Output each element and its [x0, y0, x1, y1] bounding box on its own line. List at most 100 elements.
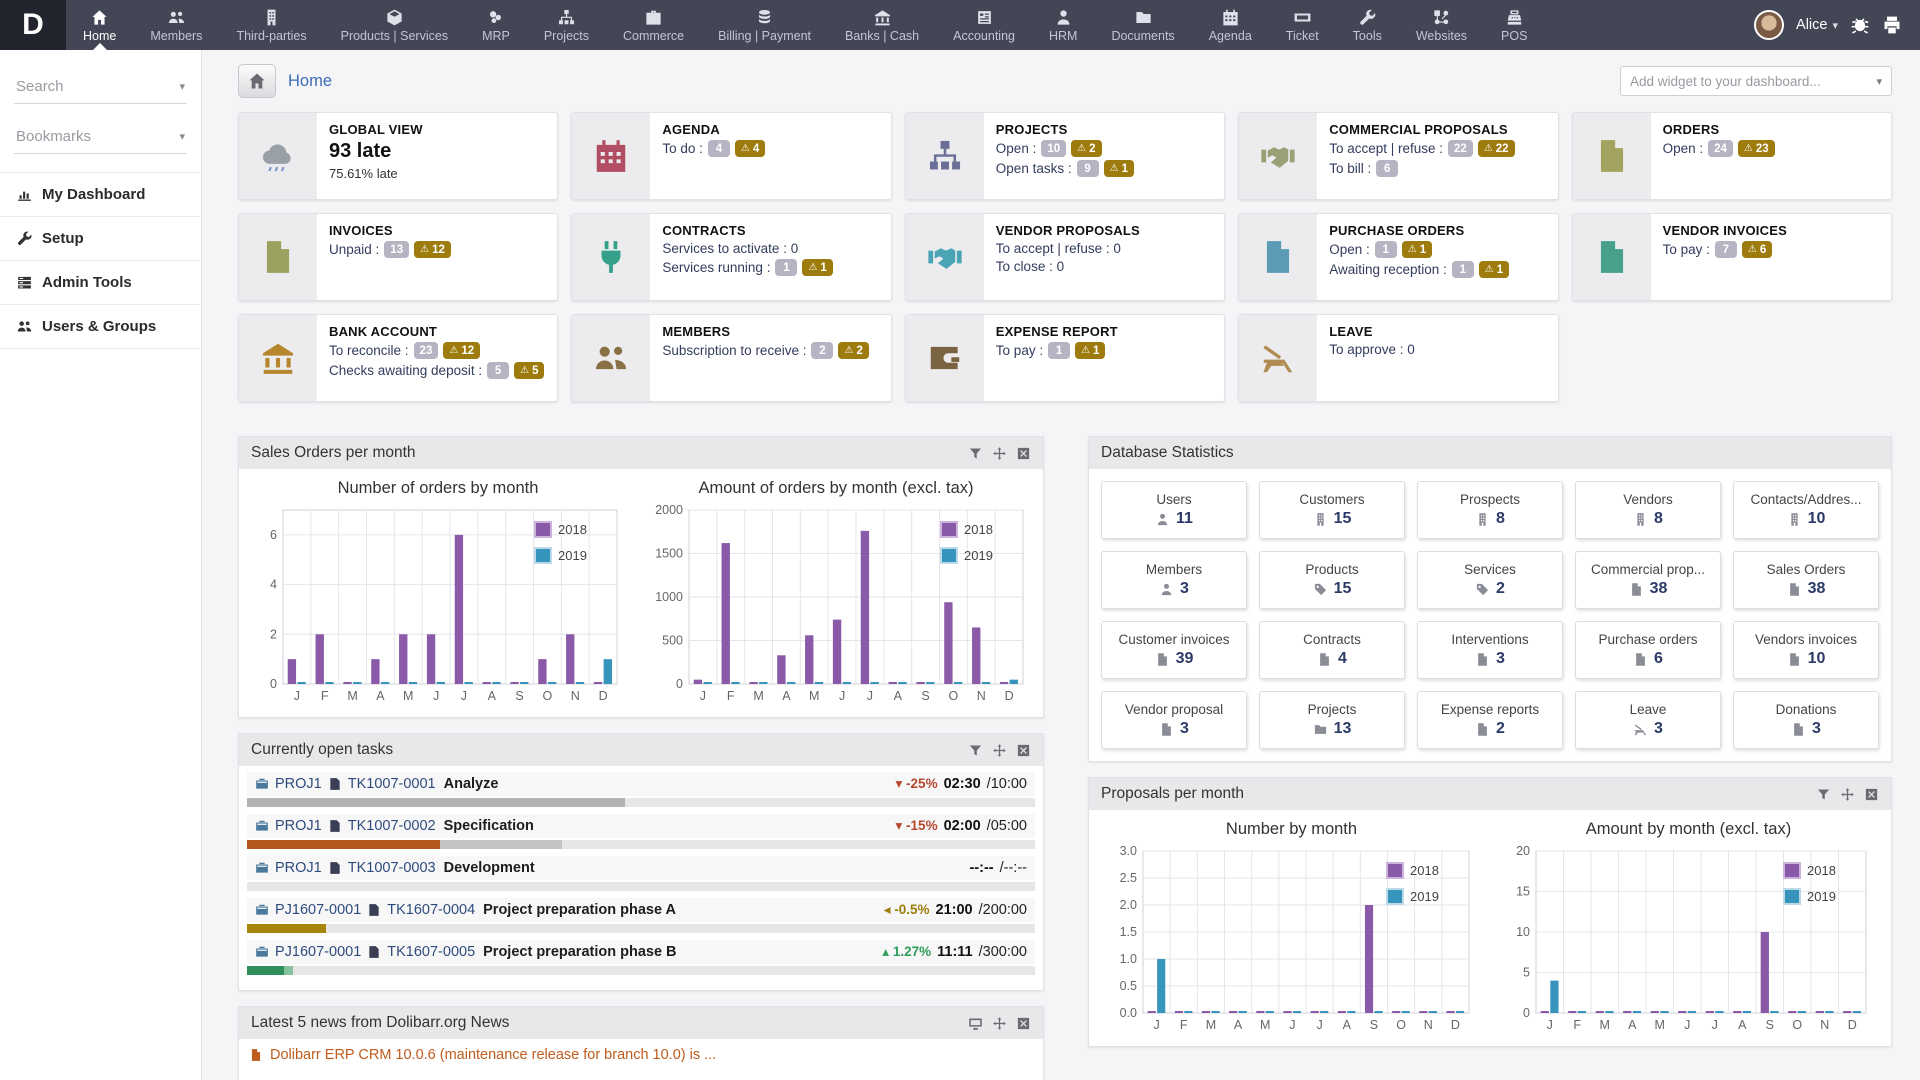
stat-leave[interactable]: Leave 3 — [1575, 691, 1721, 749]
warning-badge[interactable]: 2 — [838, 342, 869, 359]
task-ref-link[interactable]: TK1007-0002 — [348, 818, 436, 834]
stat-vendors-invoices[interactable]: Vendors invoices 10 — [1733, 621, 1879, 679]
stat-contacts-addres[interactable]: Contacts/Addres... 10 — [1733, 481, 1879, 539]
nav-item-banks-cash[interactable]: Banks | Cash — [828, 0, 936, 50]
nav-item-billing-payment[interactable]: Billing | Payment — [701, 0, 828, 50]
nav-item-products-services[interactable]: Products | Services — [324, 0, 465, 50]
count-badge[interactable]: 4 — [707, 140, 730, 157]
home-icon[interactable] — [238, 64, 276, 98]
move-icon[interactable] — [992, 743, 1007, 758]
kpi-box-contracts[interactable]: CONTRACTS Services to activate : 0 Service… — [571, 213, 892, 301]
stat-donations[interactable]: Donations 3 — [1733, 691, 1879, 749]
sidebar-item-admin-tools[interactable]: Admin Tools — [0, 261, 201, 305]
count-badge[interactable]: 1 — [775, 259, 798, 276]
kpi-box-agenda[interactable]: AGENDA To do :44 — [571, 112, 892, 200]
page-title[interactable]: Home — [288, 72, 332, 91]
task-name[interactable]: Analyze — [444, 776, 499, 792]
user-avatar[interactable] — [1754, 10, 1785, 40]
close-icon[interactable] — [1016, 446, 1031, 461]
widget-screen-icon[interactable] — [968, 1016, 983, 1031]
user-menu[interactable]: Alice ▾ — [1796, 17, 1838, 33]
stat-vendor-proposal[interactable]: Vendor proposal 3 — [1101, 691, 1247, 749]
kpi-box-invoices[interactable]: INVOICES Unpaid :1312 — [238, 213, 559, 301]
close-icon[interactable] — [1016, 1016, 1031, 1031]
nav-item-ticket[interactable]: Ticket — [1269, 0, 1336, 50]
warning-badge[interactable]: 1 — [1478, 261, 1510, 278]
task-ref-link[interactable]: TK1007-0003 — [348, 860, 436, 876]
warning-badge[interactable]: 1 — [802, 259, 833, 276]
count-badge[interactable]: 7 — [1714, 241, 1737, 258]
project-ref-link[interactable]: PJ1607-0001 — [275, 902, 361, 918]
move-icon[interactable] — [1840, 787, 1855, 802]
warning-badge[interactable]: 1 — [1075, 342, 1106, 359]
stat-customers[interactable]: Customers 15 — [1259, 481, 1405, 539]
dolibarr-logo[interactable]: D — [0, 0, 66, 50]
count-badge[interactable]: 22 — [1448, 140, 1473, 157]
kpi-box-projects[interactable]: PROJECTS Open :102 Open tasks :91 — [904, 112, 1226, 200]
kpi-box-leave[interactable]: LEAVE To approve : 0 — [1238, 314, 1559, 402]
stat-interventions[interactable]: Interventions 3 — [1417, 621, 1563, 679]
nav-item-projects[interactable]: Projects — [527, 0, 606, 50]
filter-icon[interactable] — [968, 446, 983, 461]
kpi-box-purchase-orders[interactable]: PURCHASE ORDERS Open :11 Awaiting receptio… — [1238, 213, 1559, 301]
kpi-box-vendor-proposals[interactable]: VENDOR PROPOSALS To accept | refuse : 0 To… — [904, 213, 1226, 301]
count-badge[interactable]: 5 — [487, 362, 510, 379]
kpi-box-global-view[interactable]: GLOBAL VIEW 93 late 75.61% late — [238, 112, 559, 200]
nav-item-documents[interactable]: Documents — [1094, 0, 1191, 50]
warning-badge[interactable]: 5 — [514, 362, 545, 379]
project-ref-link[interactable]: PROJ1 — [275, 776, 322, 792]
count-badge[interactable]: 13 — [384, 241, 410, 258]
nav-item-accounting[interactable]: Accounting — [936, 0, 1032, 50]
warning-badge[interactable]: 12 — [443, 342, 481, 359]
count-badge[interactable]: 9 — [1076, 160, 1099, 177]
move-icon[interactable] — [992, 1016, 1007, 1031]
count-badge[interactable]: 2 — [811, 342, 834, 359]
filter-icon[interactable] — [968, 743, 983, 758]
count-badge[interactable]: 1 — [1374, 241, 1397, 258]
task-name[interactable]: Development — [444, 860, 535, 876]
bookmarks-input[interactable]: Bookmarks ▾ — [14, 122, 187, 154]
warning-badge[interactable]: 22 — [1477, 140, 1515, 157]
project-ref-link[interactable]: PROJ1 — [275, 860, 322, 876]
count-badge[interactable]: 23 — [413, 342, 439, 359]
search-input[interactable]: Search ▾ — [14, 72, 187, 104]
nav-item-home[interactable]: Home — [66, 0, 133, 50]
nav-item-members[interactable]: Members — [133, 0, 219, 50]
nav-item-agenda[interactable]: Agenda — [1192, 0, 1269, 50]
count-badge[interactable]: 1 — [1048, 342, 1071, 359]
warning-badge[interactable]: 12 — [414, 241, 451, 258]
nav-item-third-parties[interactable]: Third-parties — [219, 0, 323, 50]
filter-icon[interactable] — [1816, 787, 1831, 802]
count-badge[interactable]: 10 — [1041, 140, 1067, 157]
close-icon[interactable] — [1016, 743, 1031, 758]
kpi-box-orders[interactable]: ORDERS Open :2423 — [1571, 112, 1892, 200]
count-badge[interactable]: 24 — [1708, 140, 1733, 157]
stat-purchase-orders[interactable]: Purchase orders 6 — [1575, 621, 1721, 679]
warning-badge[interactable]: 4 — [734, 140, 766, 157]
add-widget-select[interactable]: Add widget to your dashboard... ▾ — [1620, 66, 1892, 96]
news-link[interactable]: Dolibarr ERP CRM 10.0.6 (maintenance rel… — [270, 1047, 716, 1063]
project-ref-link[interactable]: PROJ1 — [275, 818, 322, 834]
warning-badge[interactable]: 23 — [1737, 140, 1775, 157]
task-name[interactable]: Project preparation phase A — [483, 902, 676, 918]
task-ref-link[interactable]: TK1607-0005 — [387, 944, 475, 960]
stat-contracts[interactable]: Contracts 4 — [1259, 621, 1405, 679]
stat-sales-orders[interactable]: Sales Orders 38 — [1733, 551, 1879, 609]
kpi-box-bank-account[interactable]: BANK ACCOUNT To reconcile :2312 Checks awa… — [238, 314, 559, 402]
nav-item-tools[interactable]: Tools — [1336, 0, 1399, 50]
task-ref-link[interactable]: TK1607-0004 — [387, 902, 475, 918]
move-icon[interactable] — [992, 446, 1007, 461]
kpi-box-expense-report[interactable]: EXPENSE REPORT To pay :11 — [904, 314, 1226, 402]
stat-vendors[interactable]: Vendors 8 — [1575, 481, 1721, 539]
warning-badge[interactable]: 6 — [1741, 241, 1773, 258]
print-icon[interactable] — [1882, 15, 1902, 35]
warning-badge[interactable]: 1 — [1401, 241, 1433, 258]
close-icon[interactable] — [1864, 787, 1879, 802]
kpi-box-vendor-invoices[interactable]: VENDOR INVOICES To pay :76 — [1571, 213, 1892, 301]
stat-customer-invoices[interactable]: Customer invoices 39 — [1101, 621, 1247, 679]
count-badge[interactable]: 1 — [1451, 261, 1474, 278]
debug-bug-icon[interactable] — [1850, 15, 1870, 35]
nav-item-hrm[interactable]: HRM — [1032, 0, 1094, 50]
stat-members[interactable]: Members 3 — [1101, 551, 1247, 609]
stat-prospects[interactable]: Prospects 8 — [1417, 481, 1563, 539]
